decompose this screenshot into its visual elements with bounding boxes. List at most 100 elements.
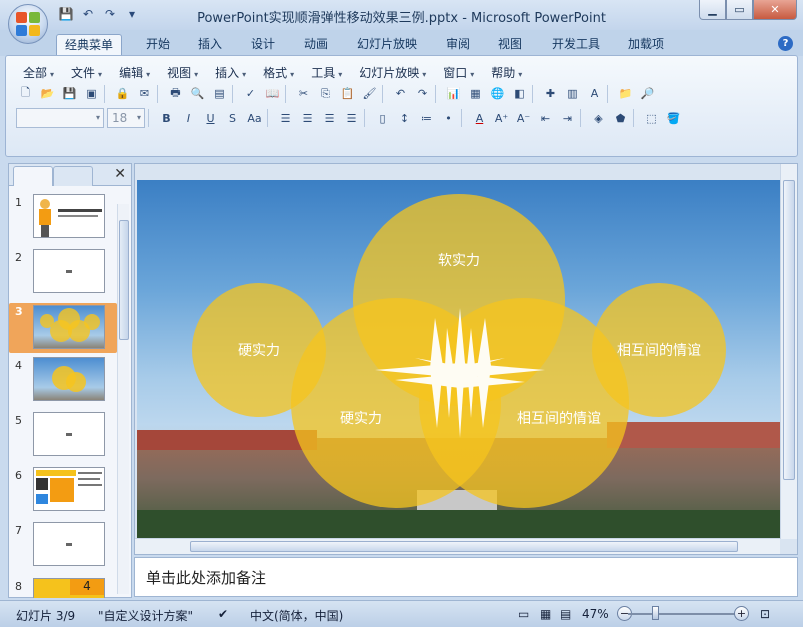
spelling-icon[interactable]: ✓ — [241, 84, 260, 103]
tab-classic-menu[interactable]: 经典菜单 — [56, 34, 123, 56]
chart-icon[interactable]: 📊 — [444, 84, 463, 103]
slide-horizontal-scrollbar[interactable] — [135, 538, 780, 554]
font-size-select[interactable]: 18 — [107, 108, 145, 128]
menu-edit[interactable]: 编辑 — [112, 64, 160, 81]
numbering-icon[interactable]: ≔ — [417, 109, 436, 128]
decrease-indent-icon[interactable]: ⇤ — [536, 109, 555, 128]
menu-help[interactable]: 帮助 — [484, 64, 532, 81]
office-button[interactable] — [8, 4, 48, 44]
columns-icon[interactable]: ▯ — [373, 109, 392, 128]
menu-tools[interactable]: 工具 — [304, 64, 352, 81]
increase-indent-icon[interactable]: ⇥ — [558, 109, 577, 128]
fill-icon[interactable]: 🪣 — [664, 109, 683, 128]
web-icon[interactable]: 🌐 — [488, 84, 507, 103]
undo-icon[interactable]: ↶ — [391, 84, 410, 103]
slide-thumbnail-7[interactable]: 7 — [9, 522, 117, 574]
normal-view-icon[interactable]: ▭ — [518, 607, 529, 621]
tab-insert[interactable]: 插入 — [190, 34, 230, 56]
scroll-thumb[interactable] — [190, 541, 738, 552]
permission-icon[interactable]: 🔒 — [113, 84, 132, 103]
menu-all[interactable]: 全部 — [16, 64, 64, 81]
new-slide-icon[interactable]: ✚ — [541, 84, 560, 103]
slideshow-icon[interactable]: ▤ — [560, 607, 571, 621]
maximize-button[interactable]: ▭ — [726, 0, 753, 20]
paste-icon[interactable]: 📋 — [338, 84, 357, 103]
slide-thumbnail-6[interactable]: 6 — [9, 467, 117, 519]
font-name-select[interactable] — [16, 108, 104, 128]
text-box-icon[interactable]: A — [585, 84, 604, 103]
minimize-button[interactable]: ▁ — [699, 0, 726, 20]
font-color-icon[interactable]: A — [470, 109, 489, 128]
arrange-icon[interactable]: ⬚ — [642, 109, 661, 128]
zoom-slider-track[interactable] — [628, 613, 738, 615]
slide-thumbnail-4[interactable]: 4 — [9, 357, 117, 409]
tab-slideshow[interactable]: 幻灯片放映 — [349, 34, 425, 56]
bold-icon[interactable]: B — [157, 109, 176, 128]
layout-grid-icon[interactable]: ▥ — [563, 84, 582, 103]
print-icon[interactable]: 🖶 — [166, 84, 185, 103]
research-icon[interactable]: 📖 — [263, 84, 282, 103]
layout-icon[interactable]: ▤ — [210, 84, 229, 103]
tab-slides[interactable] — [13, 166, 53, 186]
tab-developer[interactable]: 开发工具 — [544, 34, 608, 56]
tab-addins[interactable]: 加载项 — [620, 34, 672, 56]
slide-sorter-icon[interactable]: ▦ — [540, 607, 551, 621]
shapes-icon[interactable]: ⬟ — [611, 109, 630, 128]
notes-pane[interactable]: 单击此处添加备注 — [134, 557, 798, 597]
redo-icon[interactable]: ↷ — [413, 84, 432, 103]
close-button[interactable]: ✕ — [753, 0, 797, 20]
slides-panel-scrollbar[interactable] — [117, 204, 129, 594]
help-icon[interactable]: ? — [778, 36, 793, 51]
zoom-in-button[interactable]: + — [734, 606, 749, 621]
slide-thumbnail-1[interactable]: 1 — [9, 194, 117, 246]
align-left-icon[interactable]: ☰ — [276, 109, 295, 128]
italic-icon[interactable]: I — [179, 109, 198, 128]
color-grayscale-icon[interactable]: ◧ — [510, 84, 529, 103]
menu-slideshow[interactable]: 幻灯片放映 — [352, 64, 436, 81]
table-icon[interactable]: ▦ — [466, 84, 485, 103]
tab-home[interactable]: 开始 — [138, 34, 178, 56]
line-spacing-icon[interactable]: ↕ — [395, 109, 414, 128]
slide-thumbnail-5[interactable]: 5 — [9, 412, 117, 464]
slide-thumbnail-3[interactable]: 3 — [9, 303, 117, 353]
menu-insert[interactable]: 插入 — [208, 64, 256, 81]
find-icon[interactable]: 🔎 — [638, 84, 657, 103]
underline-icon[interactable]: U — [201, 109, 220, 128]
align-center-icon[interactable]: ☰ — [298, 109, 317, 128]
slide-thumbnail-2[interactable]: 2 — [9, 249, 117, 301]
design-icon[interactable]: ◈ — [589, 109, 608, 128]
scroll-thumb[interactable] — [783, 180, 795, 480]
print-preview-icon[interactable]: 🔍 — [188, 84, 207, 103]
tab-review[interactable]: 审阅 — [438, 34, 478, 56]
save-icon[interactable]: 💾 — [60, 84, 79, 103]
tab-design[interactable]: 设计 — [243, 34, 283, 56]
pdf-icon[interactable]: ▣ — [82, 84, 101, 103]
menu-format[interactable]: 格式 — [256, 64, 304, 81]
change-case-icon[interactable]: Aa — [245, 109, 264, 128]
cut-icon[interactable]: ✂ — [294, 84, 313, 103]
tab-animation[interactable]: 动画 — [296, 34, 336, 56]
folder-icon[interactable]: 📁 — [616, 84, 635, 103]
menu-file[interactable]: 文件 — [64, 64, 112, 81]
bullets-icon[interactable]: • — [439, 109, 458, 128]
menu-view[interactable]: 视图 — [160, 64, 208, 81]
slide-canvas[interactable]: 软实力 硬实力 相互间的情谊 硬实力 相互间的情谊 — [137, 180, 780, 540]
zoom-level[interactable]: 47% — [582, 607, 609, 621]
open-icon[interactable]: 📂 — [38, 84, 57, 103]
align-right-icon[interactable]: ☰ — [320, 109, 339, 128]
copy-icon[interactable]: ⎘ — [316, 84, 335, 103]
new-icon[interactable]: 🗋 — [16, 84, 35, 103]
grow-font-icon[interactable]: A⁺ — [492, 109, 511, 128]
fit-to-window-icon[interactable]: ⊡ — [760, 607, 770, 621]
spell-check-icon[interactable]: ✔ — [218, 607, 228, 621]
shrink-font-icon[interactable]: A⁻ — [514, 109, 533, 128]
email-icon[interactable]: ✉ — [135, 84, 154, 103]
format-painter-icon[interactable]: 🖌 — [360, 84, 379, 103]
zoom-slider-thumb[interactable] — [652, 606, 659, 620]
menu-window[interactable]: 窗口 — [436, 64, 484, 81]
slide-thumbnail-8[interactable]: 8 4 — [9, 578, 117, 598]
language-indicator[interactable]: 中文(简体，中国) — [250, 607, 343, 624]
slide-vertical-scrollbar[interactable] — [780, 164, 797, 539]
tab-outline[interactable] — [53, 166, 93, 186]
close-icon[interactable]: ✕ — [114, 166, 126, 182]
